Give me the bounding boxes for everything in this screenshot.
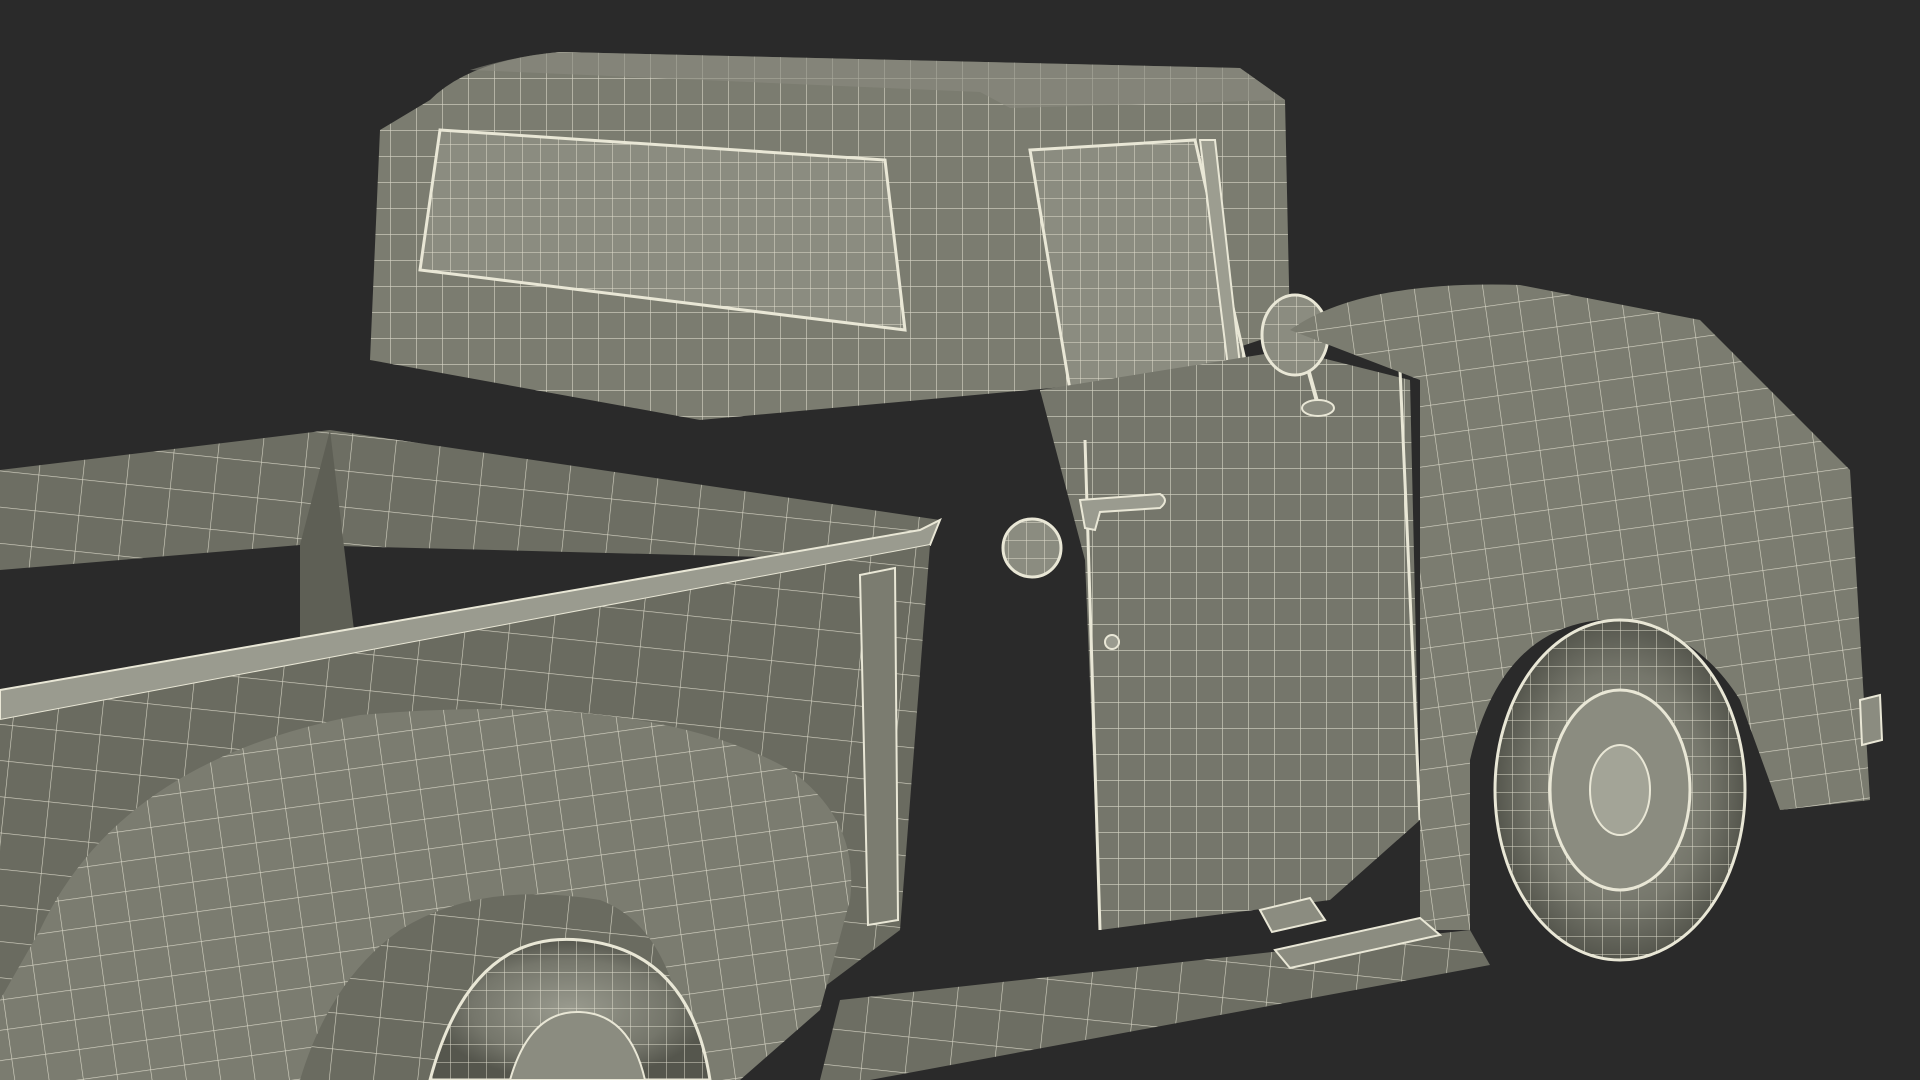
truck-wireframe-render [0, 52, 1884, 1080]
side-window [1028, 138, 1247, 392]
front-wheel [1493, 618, 1747, 962]
running-board [820, 930, 1490, 1080]
render-viewport [0, 0, 1920, 1080]
door-panel [1040, 350, 1422, 931]
front-bumper-bracket [1858, 693, 1884, 747]
fuel-cap [1001, 517, 1063, 579]
door-lock [1104, 634, 1120, 650]
